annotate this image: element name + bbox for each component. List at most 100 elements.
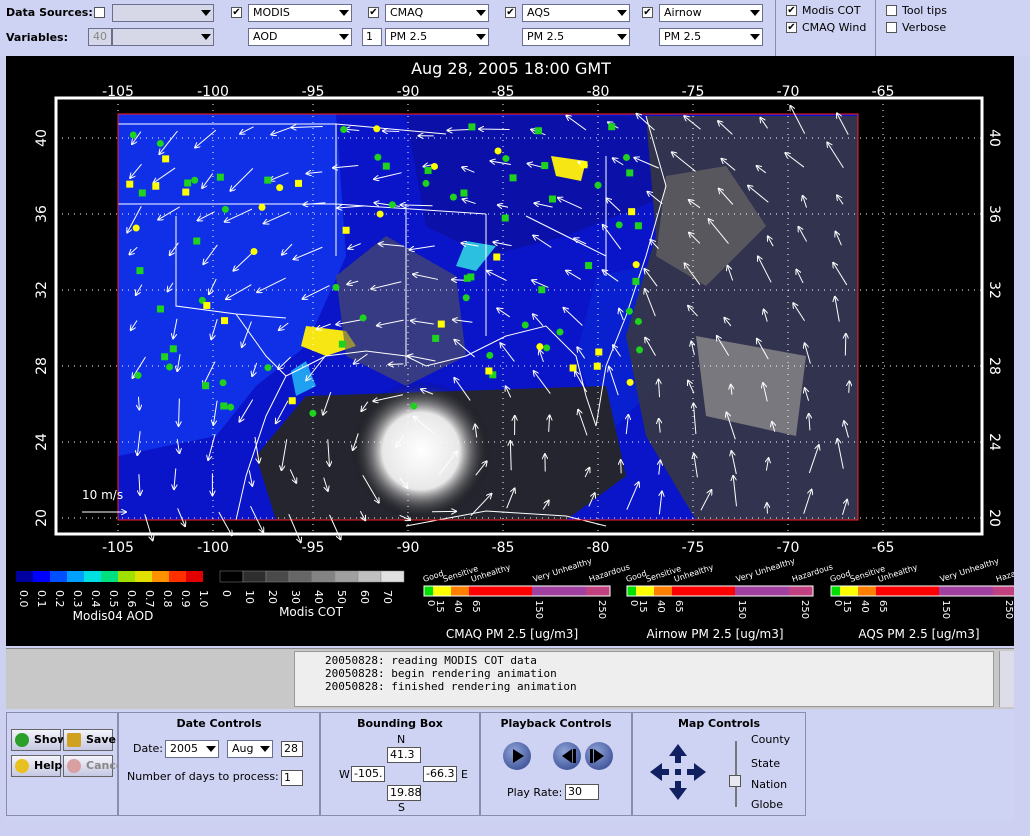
- monitor-site[interactable]: [625, 307, 633, 315]
- monitor-site[interactable]: [593, 362, 601, 370]
- pan-control[interactable]: [647, 741, 709, 803]
- monitor-site[interactable]: [422, 179, 430, 187]
- monitor-site[interactable]: [288, 397, 296, 405]
- map-view[interactable]: Aug 28, 2005 18:00 GMT -105 -100 -95 -90 -85…: [6, 56, 1014, 646]
- modis-source-select[interactable]: MODIS: [248, 4, 352, 22]
- monitor-site[interactable]: [569, 364, 577, 372]
- monitor-site[interactable]: [543, 344, 551, 352]
- monitor-site[interactable]: [203, 301, 211, 309]
- monitor-site[interactable]: [193, 237, 201, 245]
- modis-checkbox[interactable]: ✔: [231, 7, 242, 18]
- modis-cot-checkbox[interactable]: ✔: [786, 5, 797, 16]
- monitor-site[interactable]: [132, 224, 140, 232]
- monitor-site[interactable]: [622, 153, 630, 161]
- cmaq-layer-field[interactable]: 1: [362, 28, 382, 46]
- monitor-site[interactable]: [626, 378, 634, 386]
- monitor-site[interactable]: [595, 348, 603, 356]
- monitor-site[interactable]: [295, 179, 303, 187]
- north-field[interactable]: 41.3: [387, 747, 421, 763]
- monitor-site[interactable]: [220, 402, 228, 410]
- modis-variable-select[interactable]: AOD: [248, 28, 352, 46]
- variables-select[interactable]: [112, 28, 214, 46]
- monitor-site[interactable]: [191, 176, 199, 184]
- monitor-site[interactable]: [556, 328, 564, 336]
- south-field[interactable]: 19.88: [387, 785, 422, 801]
- monitor-site[interactable]: [509, 174, 517, 182]
- play-button[interactable]: [503, 742, 531, 770]
- cancel-button[interactable]: Cancel: [63, 755, 127, 777]
- monitor-site[interactable]: [634, 317, 642, 325]
- data-source-select[interactable]: [112, 4, 214, 22]
- monitor-site[interactable]: [258, 203, 266, 211]
- airnow-source-select[interactable]: Airnow: [659, 4, 763, 22]
- monitor-site[interactable]: [342, 226, 350, 234]
- monitor-site[interactable]: [376, 210, 384, 218]
- monitor-site[interactable]: [276, 184, 284, 192]
- aqs-checkbox[interactable]: ✔: [505, 7, 516, 18]
- monitor-site[interactable]: [536, 343, 544, 351]
- monitor-site[interactable]: [250, 248, 258, 256]
- monitor-site[interactable]: [615, 221, 623, 229]
- monitor-site[interactable]: [138, 189, 146, 197]
- zoom-slider-thumb[interactable]: [729, 775, 741, 787]
- monitor-site[interactable]: [538, 286, 546, 294]
- monitor-site[interactable]: [460, 189, 468, 197]
- monitor-site[interactable]: [585, 262, 593, 270]
- monitor-site[interactable]: [216, 173, 224, 181]
- monitor-site[interactable]: [468, 123, 476, 131]
- monitor-site[interactable]: [182, 188, 190, 196]
- cmaq-variable-select[interactable]: PM 2.5: [385, 28, 489, 46]
- monitor-site[interactable]: [374, 153, 382, 161]
- monitor-site[interactable]: [502, 155, 510, 163]
- show-button[interactable]: Show: [11, 729, 67, 751]
- step-back-button[interactable]: [553, 742, 581, 770]
- monitor-site[interactable]: [264, 176, 272, 184]
- monitor-site[interactable]: [608, 123, 616, 131]
- log-scrollbar[interactable]: [999, 651, 1014, 707]
- monitor-site[interactable]: [494, 147, 502, 155]
- monitor-site[interactable]: [534, 127, 542, 135]
- aqs-source-select[interactable]: AQS: [522, 4, 630, 22]
- west-field[interactable]: -105.: [351, 766, 385, 782]
- days-field[interactable]: 1: [281, 770, 303, 786]
- aqs-variable-select[interactable]: PM 2.5: [522, 28, 630, 46]
- monitor-site[interactable]: [493, 253, 501, 261]
- month-select[interactable]: Aug: [227, 740, 273, 758]
- cmaq-source-select[interactable]: CMAQ: [385, 4, 489, 22]
- monitor-site[interactable]: [202, 382, 210, 390]
- variables-count-field[interactable]: 40: [88, 28, 112, 46]
- monitor-site[interactable]: [462, 294, 470, 302]
- monitor-site[interactable]: [628, 208, 636, 216]
- data-source-checkbox[interactable]: [94, 7, 105, 18]
- monitor-site[interactable]: [129, 131, 137, 139]
- monitor-site[interactable]: [580, 161, 588, 169]
- tool-tips-checkbox[interactable]: [886, 5, 897, 16]
- monitor-site[interactable]: [152, 182, 160, 190]
- year-select[interactable]: 2005: [165, 740, 219, 758]
- monitor-site[interactable]: [626, 169, 634, 177]
- monitor-site[interactable]: [169, 345, 177, 353]
- monitor-site[interactable]: [485, 367, 493, 375]
- day-field[interactable]: 28: [281, 741, 303, 757]
- airnow-variable-select[interactable]: PM 2.5: [659, 28, 763, 46]
- monitor-site[interactable]: [541, 162, 549, 170]
- monitor-site[interactable]: [332, 283, 340, 291]
- monitor-site[interactable]: [486, 351, 494, 359]
- save-button[interactable]: Save: [63, 729, 116, 751]
- monitor-site[interactable]: [501, 214, 509, 222]
- help-button[interactable]: Help: [11, 755, 62, 777]
- cmaq-checkbox[interactable]: ✔: [368, 7, 379, 18]
- monitor-site[interactable]: [410, 402, 418, 410]
- step-forward-button[interactable]: [585, 742, 613, 770]
- monitor-site[interactable]: [449, 193, 457, 201]
- monitor-site[interactable]: [548, 195, 556, 203]
- monitor-site[interactable]: [156, 305, 164, 313]
- play-rate-field[interactable]: 30: [565, 784, 599, 800]
- monitor-site[interactable]: [264, 364, 272, 372]
- verbose-checkbox[interactable]: [886, 22, 897, 33]
- monitor-site[interactable]: [388, 201, 396, 209]
- monitor-site[interactable]: [594, 181, 602, 189]
- monitor-site[interactable]: [227, 403, 235, 411]
- monitor-site[interactable]: [184, 179, 192, 187]
- monitor-site[interactable]: [632, 261, 640, 269]
